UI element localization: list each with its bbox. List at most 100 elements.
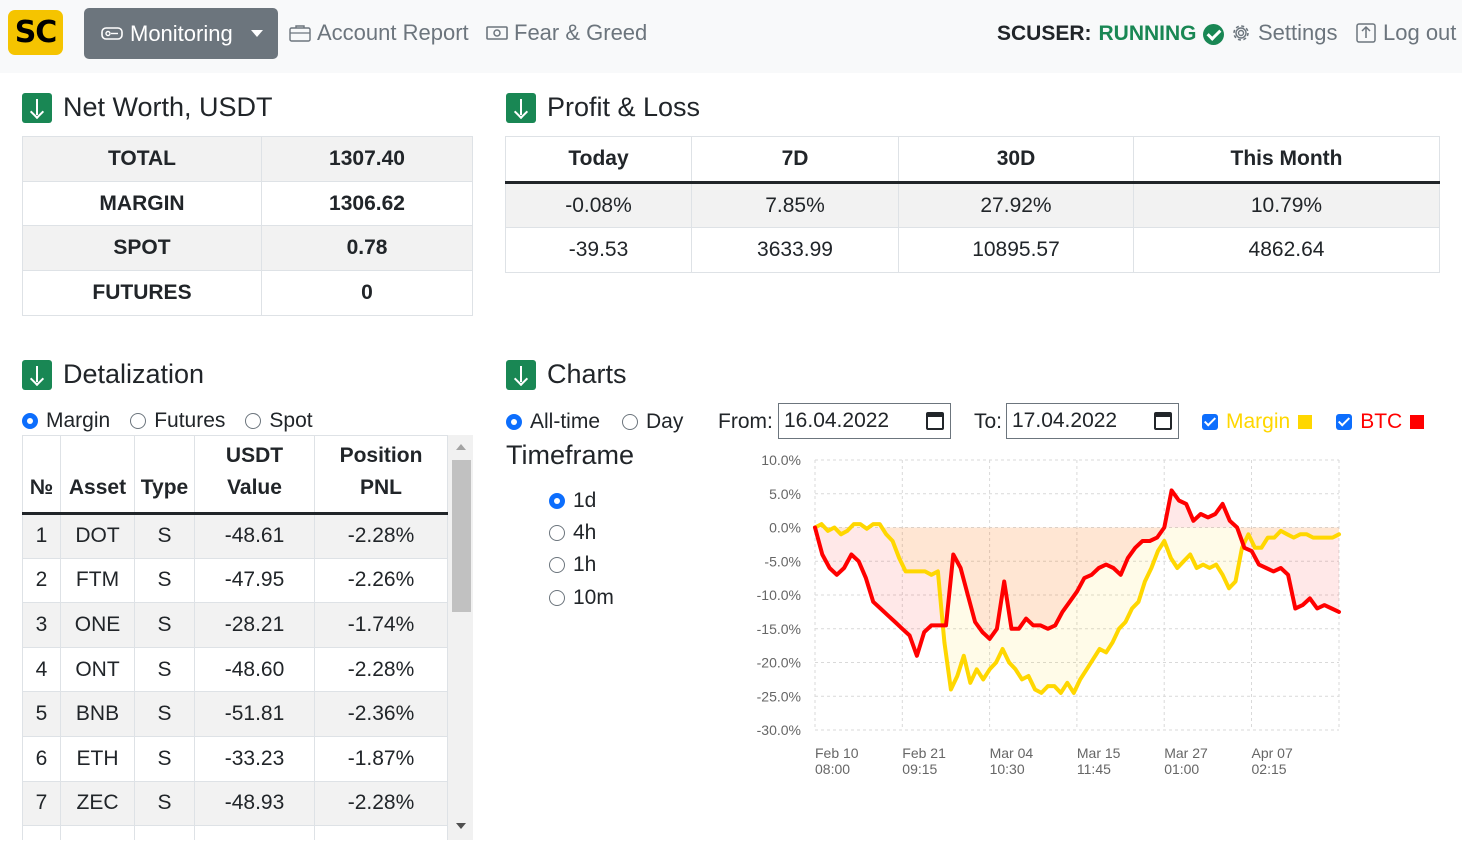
cell-asset: DOT bbox=[60, 513, 135, 559]
cash-icon bbox=[486, 26, 508, 40]
table-row: -39.53 3633.99 10895.57 4862.64 bbox=[505, 227, 1440, 273]
legend-btc-label: BTC bbox=[1360, 410, 1403, 433]
x-tick-label: Feb 21 bbox=[902, 745, 946, 761]
radio-timeframe-1h[interactable]: 1h bbox=[549, 553, 596, 577]
y-tick-label: 10.0% bbox=[761, 452, 801, 468]
app-logo[interactable]: SC bbox=[8, 10, 63, 55]
pnl-percent: 7.85% bbox=[691, 182, 899, 228]
cell-index: 6 bbox=[22, 735, 61, 782]
table-row[interactable]: 4 ONT S -48.60 -2.28% bbox=[22, 646, 448, 693]
nav-logout[interactable]: Log out bbox=[1355, 20, 1456, 46]
collapse-arrow-icon[interactable] bbox=[22, 359, 52, 390]
nav-fear-greed[interactable]: Fear & Greed bbox=[486, 20, 647, 46]
detalization-scroll-area[interactable]: № Asset Type USDT Value Position PNL 1 DO… bbox=[22, 435, 473, 840]
x-tick-label: 08:00 bbox=[815, 761, 850, 777]
radio-futures[interactable]: Futures bbox=[130, 409, 225, 433]
option-label: Day bbox=[646, 410, 684, 433]
detalization-type-options: Margin Futures Spot bbox=[22, 409, 313, 433]
cell-index: 1 bbox=[22, 513, 61, 559]
radio-timeframe-4h[interactable]: 4h bbox=[549, 521, 596, 545]
to-date-value: 17.04.2022 bbox=[1012, 409, 1118, 432]
legend-margin-label: Margin bbox=[1226, 410, 1291, 433]
option-label: All-time bbox=[530, 410, 601, 433]
table-row[interactable]: 5 BNB S -51.81 -2.36% bbox=[22, 691, 448, 737]
cell-asset: ONT bbox=[60, 646, 135, 693]
cell-index: 4 bbox=[22, 646, 61, 693]
option-label: Futures bbox=[154, 409, 226, 432]
radio-all-time[interactable]: All-time bbox=[506, 410, 600, 434]
networth-label: SPOT bbox=[22, 225, 262, 272]
cell-type: S bbox=[134, 557, 195, 604]
nav-account-report[interactable]: Account Report bbox=[289, 20, 469, 46]
scroll-down-arrow-icon[interactable] bbox=[456, 823, 466, 829]
to-label: To: bbox=[974, 410, 1003, 433]
collapse-arrow-icon[interactable] bbox=[506, 92, 536, 123]
calendar-icon[interactable] bbox=[926, 412, 944, 430]
pnl-title: Profit & Loss bbox=[547, 92, 701, 122]
cell-position-pnl: -2.28% bbox=[314, 513, 448, 559]
radio-icon bbox=[549, 525, 565, 541]
networth-value: 0.78 bbox=[261, 225, 473, 272]
table-row[interactable]: 2 FTM S -47.95 -2.26% bbox=[22, 557, 448, 604]
cell-position-pnl: -2.28% bbox=[314, 780, 448, 827]
column-header: Asset bbox=[60, 435, 135, 515]
toggle-btc-series[interactable]: BTC bbox=[1336, 410, 1425, 434]
toggle-margin-series[interactable]: Margin bbox=[1202, 410, 1313, 434]
table-header-row: № Asset Type USDT Value Position PNL bbox=[22, 435, 448, 515]
option-label: 10m bbox=[573, 586, 614, 609]
pnl-absolute: -39.53 bbox=[505, 227, 692, 273]
collapse-arrow-icon[interactable] bbox=[506, 359, 536, 390]
cell-type: S bbox=[134, 735, 195, 782]
cell-position-pnl: -2.28% bbox=[314, 646, 448, 693]
table-row[interactable] bbox=[22, 825, 448, 840]
x-tick-label: 02:15 bbox=[1252, 761, 1287, 777]
to-date-input[interactable]: 17.04.2022 bbox=[1006, 403, 1179, 439]
calendar-icon[interactable] bbox=[1154, 412, 1172, 430]
scroll-up-arrow-icon[interactable] bbox=[456, 444, 466, 450]
table-row[interactable]: 3 ONE S -28.21 -1.74% bbox=[22, 602, 448, 648]
cell-usdt-value: -48.61 bbox=[194, 513, 315, 559]
from-date-input[interactable]: 16.04.2022 bbox=[778, 403, 951, 439]
table-row[interactable]: 7 ZEC S -48.93 -2.28% bbox=[22, 780, 448, 827]
collapse-arrow-icon[interactable] bbox=[22, 92, 52, 123]
y-tick-label: -25.0% bbox=[757, 688, 801, 704]
cell-position-pnl: -1.87% bbox=[314, 735, 448, 782]
cell-type: S bbox=[134, 780, 195, 827]
radio-icon bbox=[622, 414, 639, 430]
cell-usdt-value: -48.60 bbox=[194, 646, 315, 693]
radio-spot[interactable]: Spot bbox=[245, 409, 313, 433]
y-tick-label: -20.0% bbox=[757, 655, 801, 671]
column-header: № bbox=[22, 435, 61, 515]
radio-icon bbox=[549, 557, 565, 573]
column-header: USDT Value bbox=[194, 435, 315, 515]
cell-type: S bbox=[134, 691, 195, 737]
option-label: 4h bbox=[573, 521, 597, 544]
radio-day[interactable]: Day bbox=[622, 410, 683, 434]
radio-margin[interactable]: Margin bbox=[22, 409, 110, 433]
nav-settings[interactable]: Settings bbox=[1230, 20, 1338, 46]
radio-selected-icon bbox=[549, 493, 565, 509]
table-row[interactable]: 6 ETH S -33.23 -1.87% bbox=[22, 735, 448, 782]
cell-position-pnl: -2.36% bbox=[314, 691, 448, 737]
cell-type: S bbox=[134, 513, 195, 559]
radio-timeframe-10m[interactable]: 10m bbox=[549, 586, 614, 610]
y-tick-label: 5.0% bbox=[769, 486, 801, 502]
table-row[interactable]: 1 DOT S -48.61 -2.28% bbox=[22, 513, 448, 559]
pnl-table: Today 7D 30D This Month -0.08% 7.85% 27.… bbox=[505, 136, 1440, 273]
monitoring-dropdown-button[interactable]: Monitoring bbox=[84, 8, 278, 59]
networth-label: TOTAL bbox=[22, 136, 262, 182]
option-label: Margin bbox=[46, 409, 111, 432]
cell-index: 3 bbox=[22, 602, 61, 648]
x-tick-label: Mar 27 bbox=[1164, 745, 1208, 761]
table-row: SPOT 0.78 bbox=[22, 225, 473, 272]
cell-asset: ZEC bbox=[60, 780, 135, 827]
cell-asset: ONE bbox=[60, 602, 135, 648]
vertical-scrollbar[interactable] bbox=[448, 435, 473, 840]
scrollbar-thumb[interactable] bbox=[452, 460, 471, 612]
option-label: 1h bbox=[573, 553, 597, 576]
x-tick-label: 10:30 bbox=[990, 761, 1025, 777]
column-header: 7D bbox=[691, 136, 899, 184]
networth-value: 1307.40 bbox=[261, 136, 473, 182]
table-row: FUTURES 0 bbox=[22, 270, 473, 316]
radio-timeframe-1d[interactable]: 1d bbox=[549, 489, 596, 513]
